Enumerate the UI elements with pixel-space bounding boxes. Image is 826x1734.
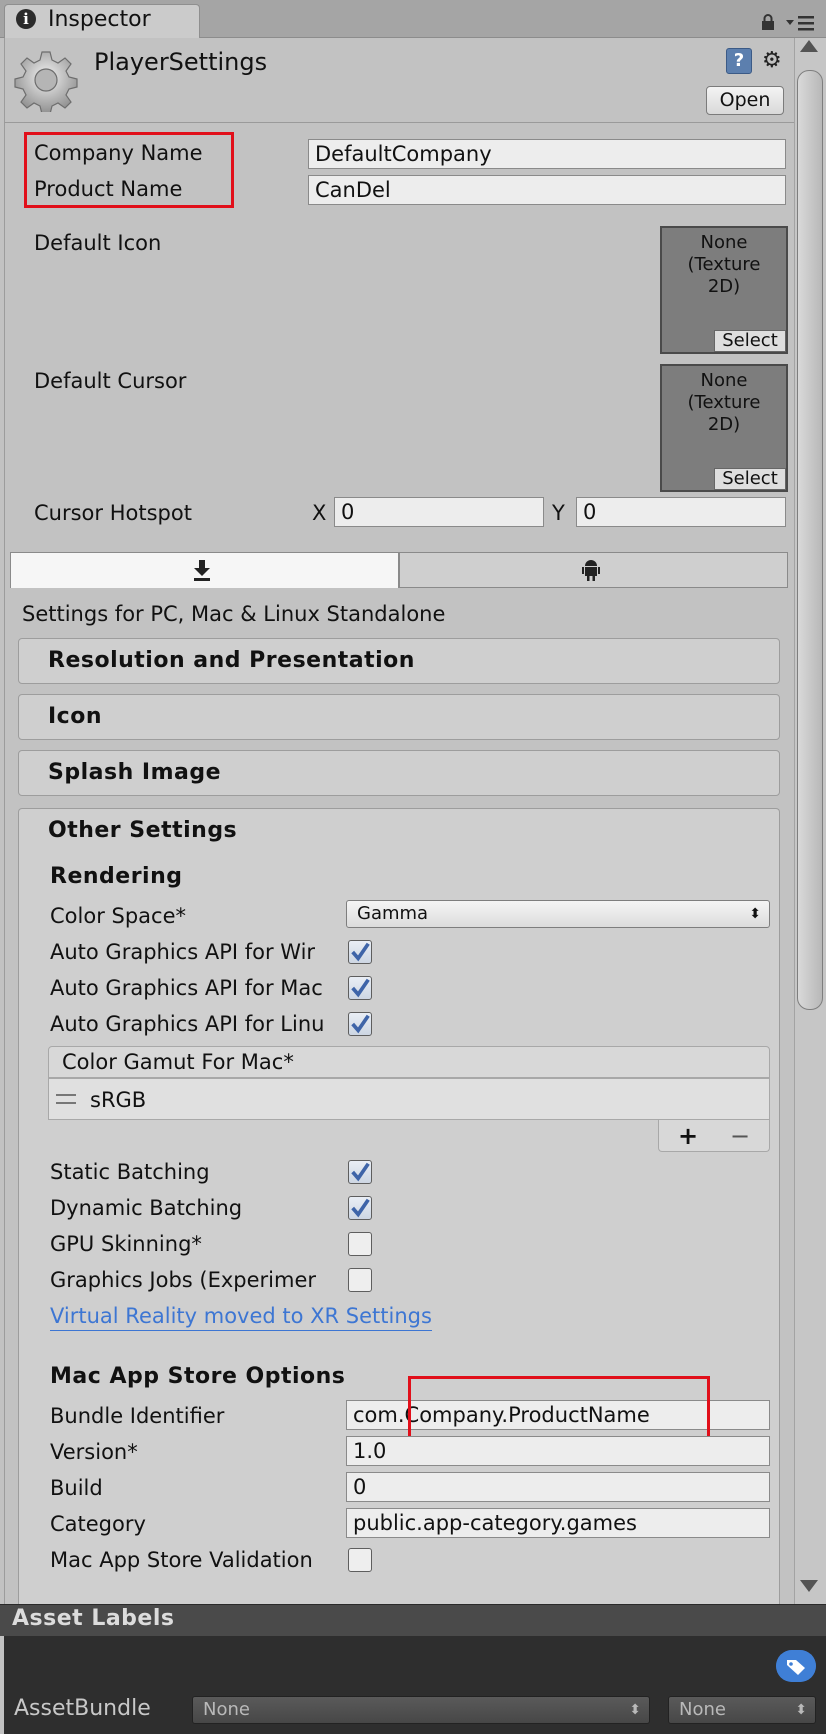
default-cursor-label: Default Cursor bbox=[34, 369, 187, 393]
checkmark-icon bbox=[351, 1162, 370, 1182]
texture-none-text: None bbox=[700, 232, 748, 253]
section-resolution-title: Resolution and Presentation bbox=[48, 648, 415, 673]
page-title: PlayerSettings bbox=[94, 48, 268, 76]
checkmark-icon bbox=[351, 942, 370, 962]
checkmark-icon bbox=[351, 1014, 370, 1034]
section-other-title[interactable]: Other Settings bbox=[48, 818, 237, 843]
android-icon bbox=[582, 560, 600, 581]
auto-graphics-mac-checkbox[interactable] bbox=[348, 976, 372, 1000]
auto-graphics-linux-label: Auto Graphics API for Linu bbox=[50, 1012, 325, 1036]
bundle-identifier-label: Bundle Identifier bbox=[50, 1404, 225, 1428]
default-icon-select-button[interactable]: Select bbox=[714, 330, 786, 352]
mac-store-validation-checkbox[interactable] bbox=[348, 1548, 372, 1572]
color-space-value: Gamma bbox=[357, 903, 429, 924]
color-gamut-list bbox=[48, 1078, 770, 1120]
section-icon[interactable] bbox=[18, 694, 780, 740]
dynamic-batching-checkbox[interactable] bbox=[348, 1196, 372, 1220]
scrollbar-thumb[interactable] bbox=[797, 70, 823, 1010]
scroll-down-arrow-icon[interactable] bbox=[800, 1580, 818, 1592]
category-label: Category bbox=[50, 1512, 146, 1536]
mac-store-validation-label: Mac App Store Validation bbox=[50, 1548, 313, 1572]
drag-handle-icon[interactable] bbox=[56, 1094, 76, 1104]
hotspot-x-field[interactable]: 0 bbox=[334, 497, 544, 527]
download-icon bbox=[194, 560, 210, 581]
color-space-label: Color Space* bbox=[50, 904, 186, 928]
texture-type-text: (Texture bbox=[687, 254, 761, 275]
section-splash-title: Splash Image bbox=[48, 760, 222, 785]
assetbundle-variant-dropdown[interactable]: None ⬍ bbox=[668, 1696, 816, 1724]
auto-graphics-win-checkbox[interactable] bbox=[348, 940, 372, 964]
auto-graphics-linux-checkbox[interactable] bbox=[348, 1012, 372, 1036]
texture-none-text: None bbox=[700, 370, 748, 391]
default-cursor-select-button[interactable]: Select bbox=[714, 468, 786, 490]
variant-value: None bbox=[679, 1699, 726, 1720]
list-remove-icon[interactable]: − bbox=[730, 1122, 750, 1150]
checkmark-icon bbox=[351, 1198, 370, 1218]
color-space-dropdown[interactable]: Gamma ⬍ bbox=[346, 900, 770, 928]
info-icon: i bbox=[16, 9, 36, 29]
settings-gear-icon[interactable]: ⚙ bbox=[762, 48, 792, 74]
tag-icon[interactable] bbox=[776, 1650, 816, 1682]
lock-icon[interactable] bbox=[760, 14, 776, 30]
list-add-icon[interactable]: + bbox=[678, 1122, 698, 1150]
color-gamut-item[interactable]: sRGB bbox=[90, 1088, 146, 1112]
tab-menu-icon[interactable] bbox=[786, 14, 816, 34]
assetbundle-label: AssetBundle bbox=[14, 1696, 151, 1721]
texture-type-text: 2D) bbox=[707, 276, 741, 297]
default-icon-label: Default Icon bbox=[34, 231, 162, 255]
hotspot-x-label: X bbox=[312, 501, 327, 525]
section-icon-title: Icon bbox=[48, 704, 103, 729]
version-field[interactable]: 1.0 bbox=[346, 1436, 770, 1466]
static-batching-checkbox[interactable] bbox=[348, 1160, 372, 1184]
platform-settings-title: Settings for PC, Mac & Linux Standalone bbox=[22, 602, 446, 626]
cursor-hotspot-label: Cursor Hotspot bbox=[34, 501, 192, 525]
version-label: Version* bbox=[50, 1440, 138, 1464]
graphics-jobs-label: Graphics Jobs (Experimer bbox=[50, 1268, 317, 1292]
vr-xr-settings-link[interactable]: Virtual Reality moved to XR Settings bbox=[50, 1304, 432, 1331]
gpu-skinning-label: GPU Skinning* bbox=[50, 1232, 202, 1256]
texture-type-text: (Texture bbox=[687, 392, 761, 413]
dynamic-batching-label: Dynamic Batching bbox=[50, 1196, 243, 1220]
auto-graphics-mac-label: Auto Graphics API for Mac bbox=[50, 976, 323, 1000]
company-name-field[interactable]: DefaultCompany bbox=[308, 139, 786, 169]
assetbundle-dropdown[interactable]: None ⬍ bbox=[192, 1696, 650, 1724]
dropdown-arrows-icon: ⬍ bbox=[749, 906, 761, 922]
graphics-jobs-checkbox[interactable] bbox=[348, 1268, 372, 1292]
asset-labels-title: Asset Labels bbox=[12, 1606, 175, 1631]
texture-type-text: 2D) bbox=[707, 414, 741, 435]
auto-graphics-win-label: Auto Graphics API for Wir bbox=[50, 940, 316, 964]
gpu-skinning-checkbox[interactable] bbox=[348, 1232, 372, 1256]
header-divider bbox=[4, 122, 794, 123]
build-field[interactable]: 0 bbox=[346, 1472, 770, 1502]
color-gamut-list-footer bbox=[658, 1120, 770, 1152]
highlight-box-names bbox=[24, 132, 234, 208]
product-name-field[interactable]: CanDel bbox=[308, 175, 786, 205]
dropdown-arrows-icon: ⬍ bbox=[629, 1702, 641, 1718]
dropdown-arrows-icon: ⬍ bbox=[795, 1702, 807, 1718]
category-field[interactable]: public.app-category.games bbox=[346, 1508, 770, 1538]
hotspot-y-field[interactable]: 0 bbox=[576, 497, 786, 527]
hotspot-y-label: Y bbox=[552, 501, 565, 525]
static-batching-label: Static Batching bbox=[50, 1160, 210, 1184]
scroll-up-arrow-icon[interactable] bbox=[800, 40, 818, 52]
tab-title: Inspector bbox=[48, 7, 151, 32]
open-button[interactable]: Open bbox=[706, 86, 784, 115]
checkmark-icon bbox=[351, 978, 370, 998]
help-icon[interactable]: ? bbox=[726, 48, 752, 74]
player-settings-gear-icon bbox=[14, 51, 78, 112]
mac-app-store-heading: Mac App Store Options bbox=[50, 1364, 346, 1389]
rendering-heading: Rendering bbox=[50, 864, 183, 889]
assetbundle-value: None bbox=[203, 1699, 250, 1720]
color-gamut-title: Color Gamut For Mac* bbox=[62, 1050, 294, 1074]
build-label: Build bbox=[50, 1476, 103, 1500]
